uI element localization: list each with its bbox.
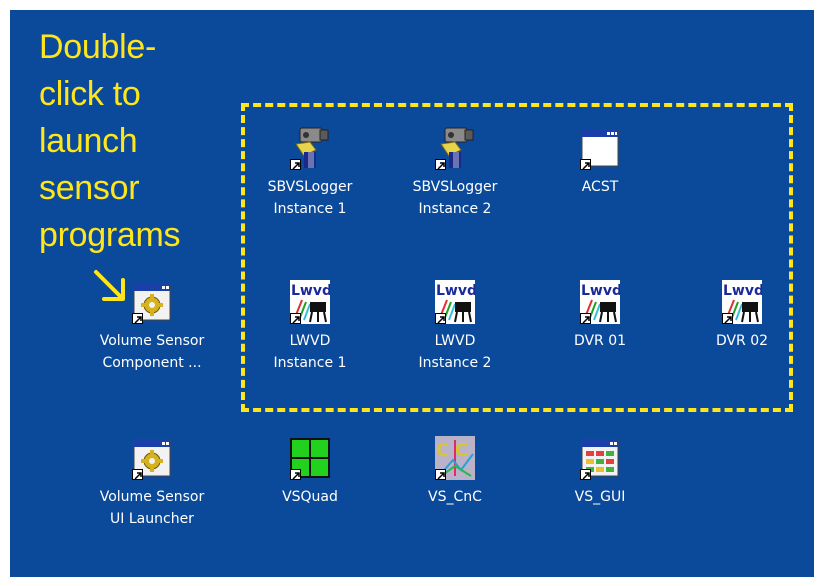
icon-label: VS_GUI (574, 489, 626, 505)
icon-label: VS_CnC (428, 489, 482, 505)
quad-icon (290, 436, 330, 480)
desktop-icon-lwvd-2[interactable]: Lwvd LWVD Instance 2 (395, 280, 515, 374)
svg-text:Lwvd: Lwvd (436, 283, 475, 299)
icon-label: VSQuad (282, 489, 338, 505)
callout-line: sensor (39, 169, 140, 207)
svg-text:Lwvd: Lwvd (291, 283, 330, 299)
lwvd-icon: Lwvd (290, 280, 330, 324)
icon-label: LWVD Instance 1 (273, 333, 347, 371)
svg-text:Lwvd: Lwvd (723, 283, 762, 299)
icon-label: SBVSLogger Instance 1 (267, 179, 353, 217)
svg-text:C: C (455, 440, 468, 461)
callout-line: programs (39, 216, 181, 254)
icon-label: SBVSLogger Instance 2 (412, 179, 498, 217)
desktop-icon-vs-gui[interactable]: VS_GUI (540, 436, 660, 508)
camera-icon (435, 126, 475, 170)
lwvd-icon: Lwvd (435, 280, 475, 324)
svg-text:C: C (436, 440, 449, 461)
icon-label: ACST (581, 179, 619, 195)
callout-text: Double- click to launch sensor programs (39, 24, 181, 259)
desktop-icon-sbvslogger-2[interactable]: SBVSLogger Instance 2 (395, 126, 515, 220)
callout-line: click to (39, 75, 141, 113)
icon-label: Volume Sensor UI Launcher (99, 489, 205, 527)
desktop-icon-volume-sensor-ui-launcher[interactable]: Volume Sensor UI Launcher (92, 436, 212, 530)
gear-window-icon (132, 436, 172, 480)
lwvd-icon: Lwvd (722, 280, 762, 324)
icon-label: LWVD Instance 2 (418, 333, 492, 371)
callout-line: launch (39, 122, 138, 160)
desktop-icon-lwvd-1[interactable]: Lwvd LWVD Instance 1 (250, 280, 370, 374)
desktop: Double- click to launch sensor programs … (10, 10, 814, 577)
icon-label: DVR 02 (715, 333, 769, 349)
lwvd-icon: Lwvd (580, 280, 620, 324)
desktop-icon-sbvslogger-1[interactable]: SBVSLogger Instance 1 (250, 126, 370, 220)
desktop-icon-vs-cnc[interactable]: C C VS_CnC (395, 436, 515, 508)
desktop-icon-volume-sensor-component[interactable]: Volume Sensor Component ... (92, 280, 212, 374)
gear-window-icon (132, 280, 172, 324)
window-icon (580, 126, 620, 170)
icon-label: DVR 01 (573, 333, 627, 349)
cnc-icon: C C (435, 436, 475, 480)
svg-text:Lwvd: Lwvd (581, 283, 620, 299)
desktop-icon-acst[interactable]: ACST (540, 126, 660, 198)
icon-label: Volume Sensor Component ... (99, 333, 205, 371)
callout-line: Double- (39, 28, 156, 66)
gui-window-icon (580, 436, 620, 480)
camera-icon (290, 126, 330, 170)
desktop-icon-vsquad[interactable]: VSQuad (250, 436, 370, 508)
desktop-icon-dvr-01[interactable]: Lwvd DVR 01 (540, 280, 660, 352)
desktop-icon-dvr-02[interactable]: Lwvd DVR 02 (682, 280, 802, 352)
